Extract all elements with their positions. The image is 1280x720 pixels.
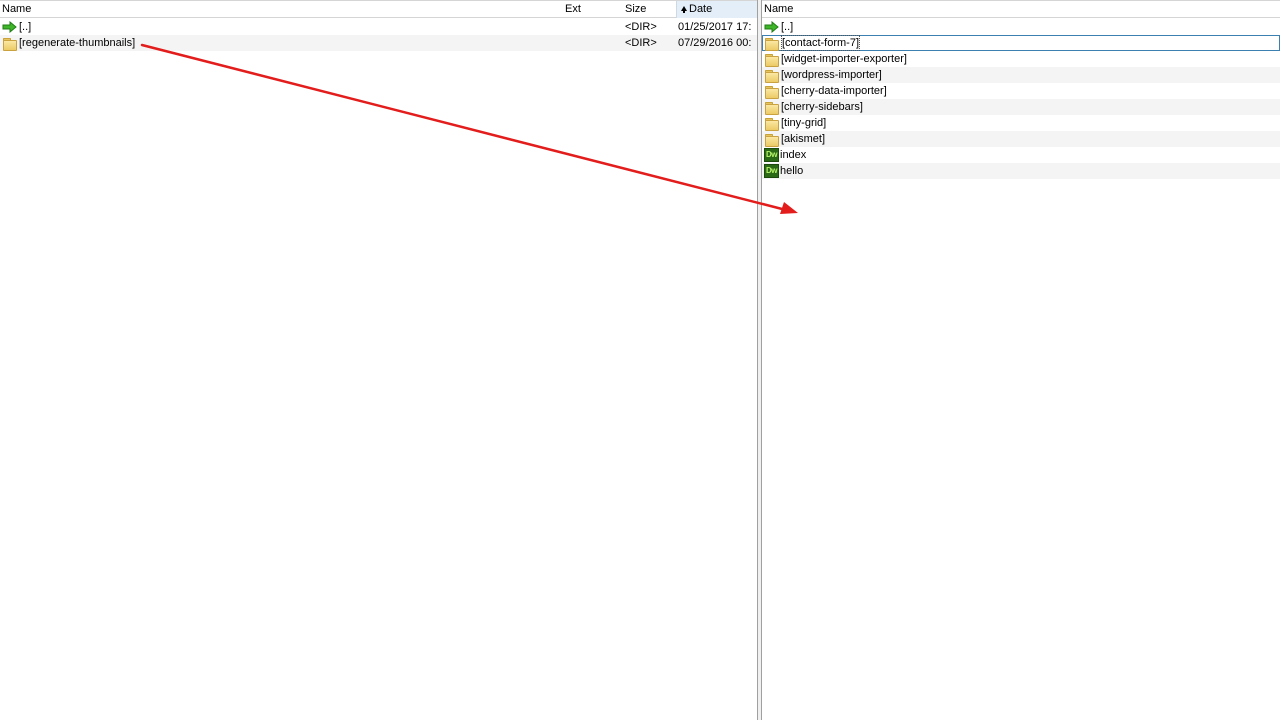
file-row-regenerate-thumbnails[interactable]: [regenerate-thumbnails] <DIR> 07/29/2016… bbox=[0, 35, 757, 51]
file-name: hello bbox=[780, 165, 804, 177]
left-date-column-label: Date bbox=[689, 3, 713, 15]
file-name: [cherry-data-importer] bbox=[781, 85, 887, 97]
up-arrow-icon bbox=[764, 21, 779, 33]
file-name: [tiny-grid] bbox=[781, 117, 827, 129]
sort-ascending-icon bbox=[681, 5, 687, 13]
dreamweaver-file-icon: Dw bbox=[764, 148, 779, 162]
left-file-list: [..] <DIR> 01/25/2017 17: [regenerate-th… bbox=[0, 19, 757, 51]
left-name-column-header[interactable]: Name bbox=[0, 1, 560, 18]
dreamweaver-file-icon: Dw bbox=[764, 164, 779, 178]
left-column-header: Name Ext Size Date bbox=[0, 0, 757, 18]
file-name: [contact-form-7] bbox=[781, 35, 861, 51]
left-ext-column-header[interactable]: Ext bbox=[563, 1, 621, 18]
folder-icon bbox=[764, 117, 779, 131]
file-name: [wordpress-importer] bbox=[781, 69, 882, 81]
file-size: <DIR> bbox=[625, 21, 657, 33]
file-size: <DIR> bbox=[625, 37, 657, 49]
file-date: 07/29/2016 00: bbox=[678, 37, 752, 49]
right-file-list: [..] [contact-form-7] [widget-importer-e… bbox=[762, 19, 1280, 179]
file-row-tiny-grid[interactable]: [tiny-grid] bbox=[762, 115, 1280, 131]
folder-icon bbox=[764, 69, 779, 83]
left-size-column-header[interactable]: Size bbox=[623, 1, 675, 18]
file-row-widget-importer-exporter[interactable]: [widget-importer-exporter] bbox=[762, 51, 1280, 67]
right-name-column-header[interactable]: Name bbox=[762, 1, 1280, 18]
file-name: [akismet] bbox=[781, 133, 826, 145]
right-file-panel: Name [..] [contact-form-7] [widget-impor… bbox=[762, 0, 1280, 720]
folder-icon bbox=[764, 53, 779, 67]
file-row-cherry-sidebars[interactable]: [cherry-sidebars] bbox=[762, 99, 1280, 115]
file-name: [widget-importer-exporter] bbox=[781, 53, 907, 65]
file-row-index[interactable]: Dw index bbox=[762, 147, 1280, 163]
up-arrow-icon bbox=[2, 21, 17, 33]
folder-icon bbox=[764, 37, 779, 51]
folder-icon bbox=[764, 133, 779, 147]
file-date: 01/25/2017 17: bbox=[678, 21, 752, 33]
left-date-column-header[interactable]: Date bbox=[676, 1, 757, 18]
file-name: [..] bbox=[19, 21, 32, 33]
file-row-parent[interactable]: [..] <DIR> 01/25/2017 17: bbox=[0, 19, 757, 35]
folder-icon bbox=[2, 37, 17, 51]
folder-icon bbox=[764, 85, 779, 99]
right-column-header: Name bbox=[762, 0, 1280, 18]
file-row-parent[interactable]: [..] bbox=[762, 19, 1280, 35]
file-row-akismet[interactable]: [akismet] bbox=[762, 131, 1280, 147]
file-name: [cherry-sidebars] bbox=[781, 101, 863, 113]
file-row-cherry-data-importer[interactable]: [cherry-data-importer] bbox=[762, 83, 1280, 99]
file-name: index bbox=[780, 149, 807, 161]
file-row-hello[interactable]: Dw hello bbox=[762, 163, 1280, 179]
file-name: [regenerate-thumbnails] bbox=[19, 37, 136, 49]
file-row-contact-form-7[interactable]: [contact-form-7] bbox=[762, 35, 1280, 51]
file-row-wordpress-importer[interactable]: [wordpress-importer] bbox=[762, 67, 1280, 83]
left-file-panel: Name Ext Size Date [..] <DIR> 01/25/2017… bbox=[0, 0, 757, 720]
file-ext bbox=[565, 35, 621, 51]
file-name: [..] bbox=[781, 21, 794, 33]
file-ext bbox=[565, 19, 621, 35]
folder-icon bbox=[764, 101, 779, 115]
